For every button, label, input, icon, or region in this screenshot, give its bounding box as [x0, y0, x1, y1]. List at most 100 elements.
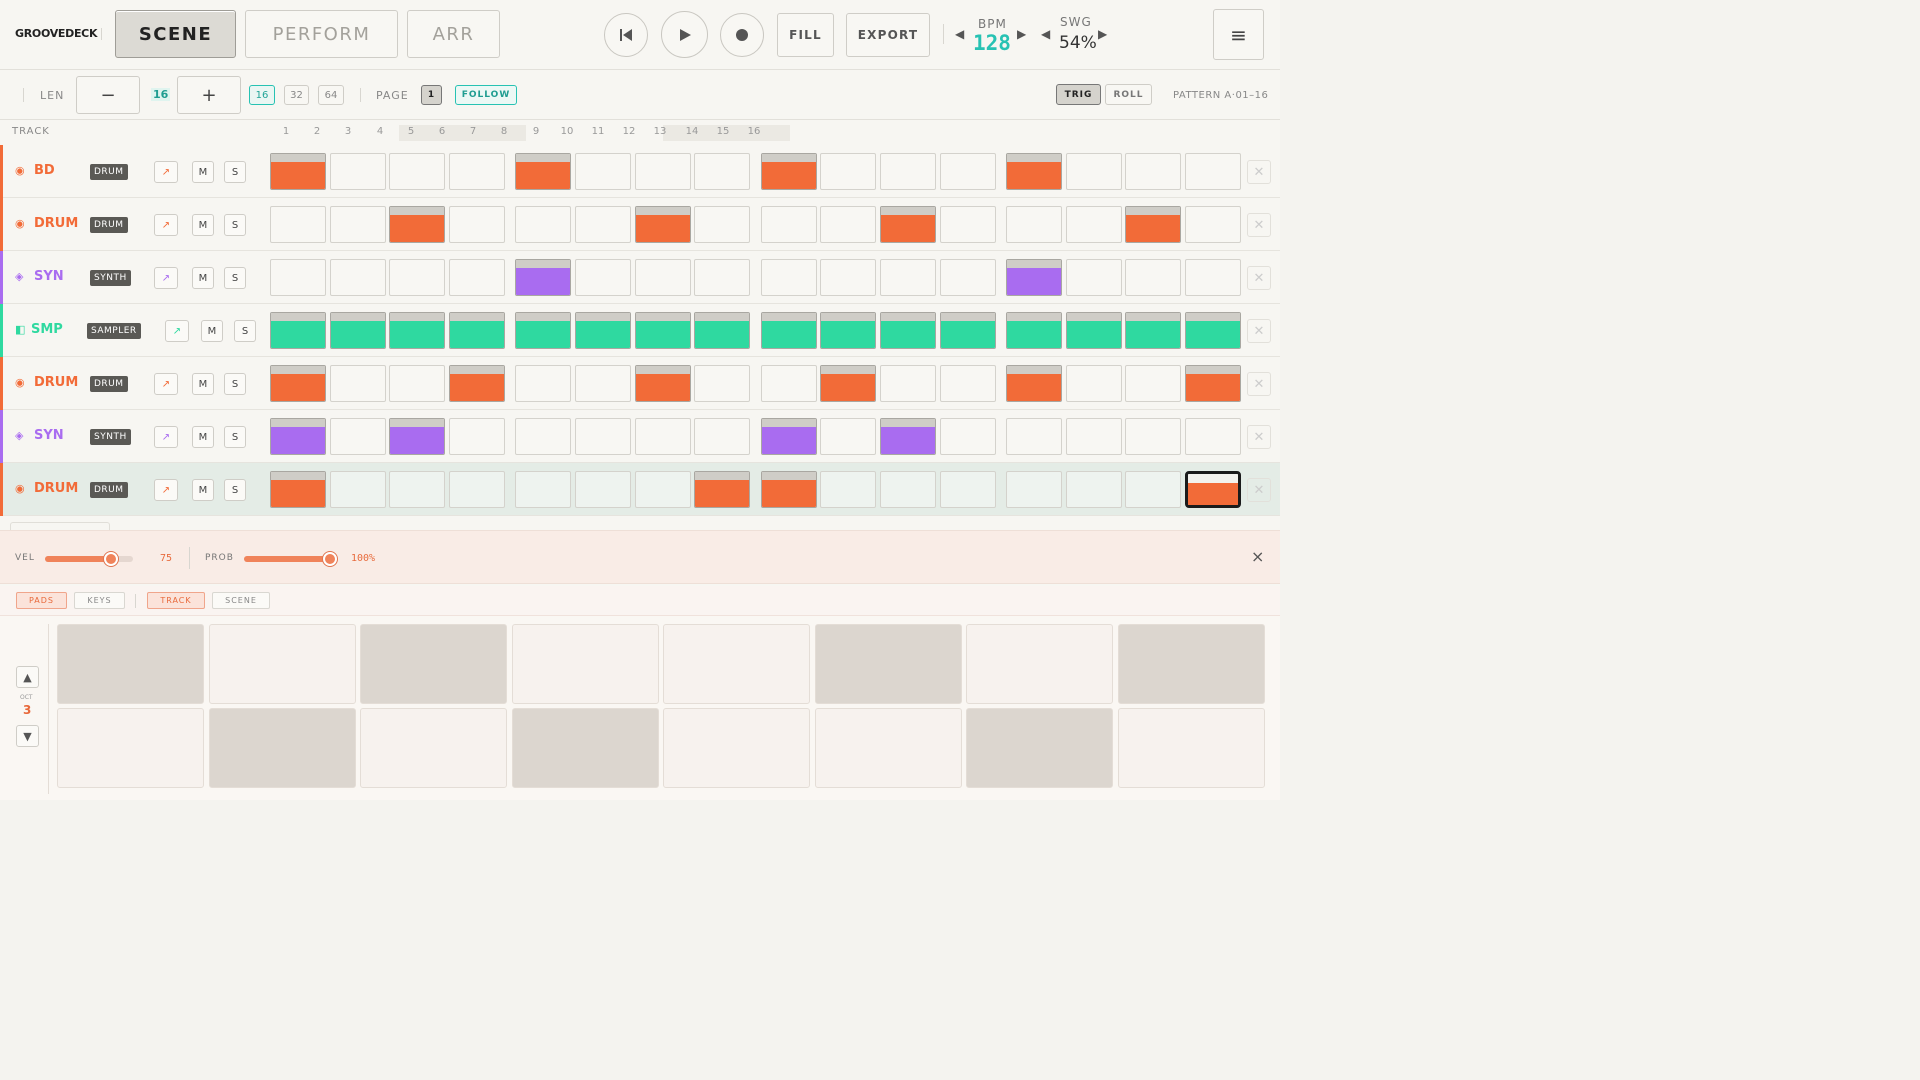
step-on[interactable]: [1006, 153, 1062, 190]
step-off[interactable]: [1185, 259, 1241, 296]
step-on[interactable]: [575, 312, 631, 349]
step-on[interactable]: [389, 206, 445, 243]
track-row[interactable]: ◉ BD DRUM ↗ M S ✕: [0, 145, 1280, 198]
step-off[interactable]: [449, 471, 505, 508]
step-on[interactable]: [515, 259, 571, 296]
track-type-badge[interactable]: SYNTH: [90, 270, 131, 286]
step-off[interactable]: [880, 471, 936, 508]
tab-track[interactable]: TRACK: [147, 592, 205, 609]
step-off[interactable]: [330, 259, 386, 296]
track-solo-button[interactable]: S: [224, 267, 246, 289]
step-on[interactable]: [761, 312, 817, 349]
track-solo-button[interactable]: S: [224, 479, 246, 501]
step-off[interactable]: [820, 471, 876, 508]
step-off[interactable]: [1006, 418, 1062, 455]
track-route-button[interactable]: ↗: [154, 267, 178, 289]
step-off[interactable]: [389, 365, 445, 402]
step-off[interactable]: [940, 471, 996, 508]
pad[interactable]: [815, 708, 962, 788]
step-on[interactable]: [270, 153, 326, 190]
export-button[interactable]: EXPORT: [846, 13, 930, 57]
track-type-badge[interactable]: DRUM: [90, 217, 128, 233]
track-name[interactable]: BD: [34, 163, 55, 178]
step-on[interactable]: [635, 312, 691, 349]
bpm-value[interactable]: 128: [973, 31, 1011, 55]
step-on[interactable]: [449, 312, 505, 349]
pad[interactable]: [966, 708, 1113, 788]
step-on[interactable]: [1006, 365, 1062, 402]
step-off[interactable]: [1066, 365, 1122, 402]
step-off[interactable]: [330, 418, 386, 455]
step-off[interactable]: [330, 206, 386, 243]
step-off[interactable]: [330, 365, 386, 402]
track-route-button[interactable]: ↗: [154, 426, 178, 448]
step-off[interactable]: [1125, 153, 1181, 190]
step-off[interactable]: [575, 365, 631, 402]
step-off[interactable]: [1066, 206, 1122, 243]
fill-button[interactable]: FILL: [777, 13, 834, 57]
track-list-scroll-tab[interactable]: [10, 522, 110, 530]
step-off[interactable]: [575, 206, 631, 243]
track-mute-button[interactable]: M: [192, 161, 214, 183]
probability-slider[interactable]: [244, 552, 337, 566]
track-delete-button[interactable]: ✕: [1247, 372, 1271, 396]
step-off[interactable]: [270, 259, 326, 296]
step-off[interactable]: [1006, 206, 1062, 243]
step-on[interactable]: [515, 153, 571, 190]
step-off[interactable]: [1125, 471, 1181, 508]
track-delete-button[interactable]: ✕: [1247, 425, 1271, 449]
step-off[interactable]: [761, 365, 817, 402]
step-on[interactable]: [1185, 312, 1241, 349]
track-delete-button[interactable]: ✕: [1247, 213, 1271, 237]
step-on[interactable]: [880, 312, 936, 349]
pad[interactable]: [1118, 708, 1265, 788]
step-off[interactable]: [820, 206, 876, 243]
track-route-button[interactable]: ↗: [165, 320, 189, 342]
pad[interactable]: [57, 708, 204, 788]
step-off[interactable]: [940, 418, 996, 455]
pad[interactable]: [360, 624, 507, 704]
tab-pads[interactable]: PADS: [16, 592, 67, 609]
step-off[interactable]: [330, 153, 386, 190]
track-row[interactable]: ◉ DRUM DRUM ↗ M S ✕: [0, 357, 1280, 410]
step-off[interactable]: [635, 418, 691, 455]
octave-down-button[interactable]: ▼: [16, 725, 39, 747]
pad[interactable]: [1118, 624, 1265, 704]
track-route-button[interactable]: ↗: [154, 373, 178, 395]
track-route-button[interactable]: ↗: [154, 479, 178, 501]
pad[interactable]: [663, 708, 810, 788]
track-name[interactable]: SYN: [34, 269, 64, 284]
pad[interactable]: [512, 624, 659, 704]
step-off[interactable]: [389, 153, 445, 190]
step-off[interactable]: [880, 259, 936, 296]
step-on[interactable]: [761, 153, 817, 190]
swing-increase-icon[interactable]: ▶: [1098, 27, 1107, 41]
step-on[interactable]: [820, 365, 876, 402]
velocity-slider-handle[interactable]: [104, 552, 118, 566]
step-off[interactable]: [694, 365, 750, 402]
step-off[interactable]: [940, 365, 996, 402]
step-on[interactable]: [270, 365, 326, 402]
pad[interactable]: [209, 624, 356, 704]
step-off[interactable]: [1185, 418, 1241, 455]
track-solo-button[interactable]: S: [224, 373, 246, 395]
track-type-badge[interactable]: DRUM: [90, 164, 128, 180]
track-delete-button[interactable]: ✕: [1247, 478, 1271, 502]
step-off[interactable]: [515, 418, 571, 455]
step-on[interactable]: [515, 312, 571, 349]
step-off[interactable]: [575, 153, 631, 190]
octave-up-button[interactable]: ▲: [16, 666, 39, 688]
pad[interactable]: [512, 708, 659, 788]
step-off[interactable]: [449, 153, 505, 190]
step-off[interactable]: [1066, 259, 1122, 296]
step-on[interactable]: [694, 312, 750, 349]
step-on[interactable]: [330, 312, 386, 349]
step-off[interactable]: [449, 259, 505, 296]
step-off[interactable]: [694, 418, 750, 455]
step-on[interactable]: [1185, 471, 1241, 508]
track-solo-button[interactable]: S: [224, 161, 246, 183]
step-off[interactable]: [330, 471, 386, 508]
track-solo-button[interactable]: S: [224, 214, 246, 236]
probability-slider-handle[interactable]: [323, 552, 337, 566]
tab-keys[interactable]: KEYS: [74, 592, 125, 609]
